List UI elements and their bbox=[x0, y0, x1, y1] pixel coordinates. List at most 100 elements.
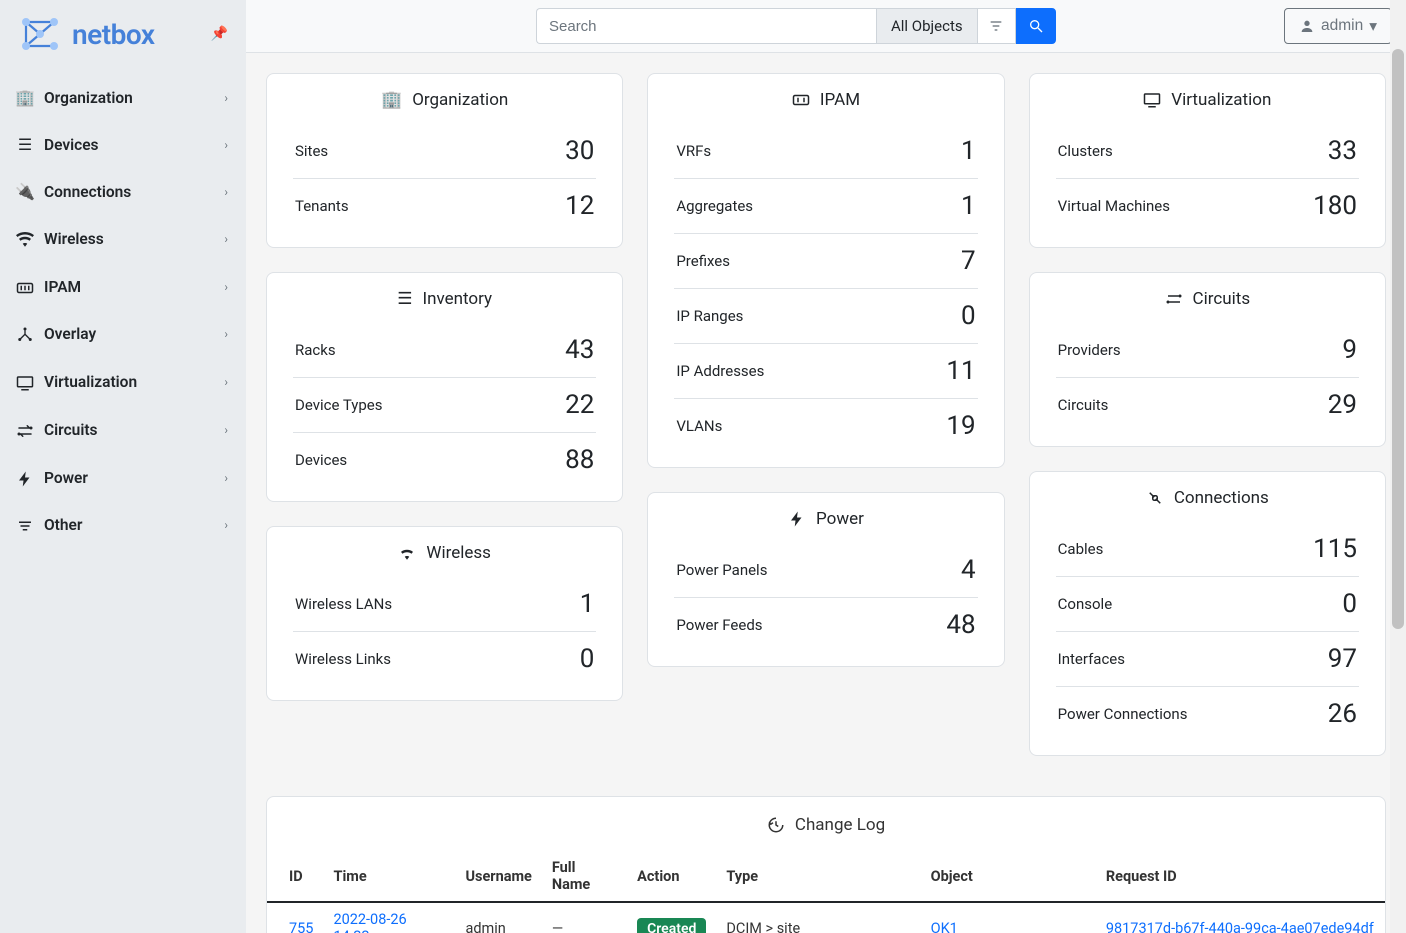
sidebar-item-power[interactable]: Power › bbox=[0, 454, 246, 502]
cable-icon bbox=[1146, 489, 1164, 507]
changelog-time-link[interactable]: 2022-08-26 14:22 bbox=[333, 911, 406, 933]
col-fullname[interactable]: Full Name bbox=[542, 851, 627, 902]
sidebar-item-circuits[interactable]: Circuits › bbox=[0, 406, 246, 454]
stat-racks[interactable]: Racks43 bbox=[293, 323, 596, 378]
stat-powerpanels[interactable]: Power Panels4 bbox=[674, 543, 977, 598]
col-action[interactable]: Action bbox=[627, 851, 716, 902]
sidebar: netbox 📌 🏢 Organization › ☰ Devices › 🔌 … bbox=[0, 0, 246, 933]
sidebar-item-label: Circuits bbox=[44, 421, 224, 439]
chevron-right-icon: › bbox=[224, 91, 228, 105]
changelog-fullname: — bbox=[542, 902, 627, 933]
menu-icon bbox=[14, 516, 36, 536]
sidebar-item-organization[interactable]: 🏢 Organization › bbox=[0, 74, 246, 121]
scrollbar-thumb[interactable] bbox=[1392, 49, 1404, 629]
sidebar-item-ipam[interactable]: IPAM › bbox=[0, 263, 246, 311]
sidebar-item-label: Organization bbox=[44, 89, 224, 107]
table-row: 755 2022-08-26 14:22 admin — Created DCI… bbox=[267, 902, 1385, 933]
stat-circuits[interactable]: Circuits29 bbox=[1056, 378, 1359, 432]
sidebar-item-label: IPAM bbox=[44, 278, 224, 296]
col-type[interactable]: Type bbox=[716, 851, 920, 902]
sidebar-item-other[interactable]: Other › bbox=[0, 502, 246, 550]
stat-sites[interactable]: Sites30 bbox=[293, 124, 596, 179]
search-input[interactable] bbox=[536, 8, 876, 44]
card-title: Wireless bbox=[426, 543, 491, 563]
counter-icon bbox=[792, 91, 810, 109]
stat-devices[interactable]: Devices88 bbox=[293, 433, 596, 487]
wifi-icon bbox=[398, 544, 416, 562]
changelog-requestid-link[interactable]: 9817317d-b67f-440a-99ca-4ae07ede94df bbox=[1106, 920, 1374, 933]
sidebar-item-wireless[interactable]: Wireless › bbox=[0, 215, 246, 263]
col-object[interactable]: Object bbox=[921, 851, 1096, 902]
chevron-right-icon: › bbox=[224, 423, 228, 437]
stat-console[interactable]: Console0 bbox=[1056, 577, 1359, 632]
card-title: Connections bbox=[1174, 488, 1269, 508]
stat-vlans[interactable]: VLANs19 bbox=[674, 399, 977, 453]
stat-device-types[interactable]: Device Types22 bbox=[293, 378, 596, 433]
sidebar-nav: 🏢 Organization › ☰ Devices › 🔌 Connectio… bbox=[0, 68, 246, 555]
counter-icon bbox=[14, 277, 36, 297]
logo-area: netbox 📌 bbox=[0, 0, 246, 68]
chevron-right-icon: › bbox=[224, 375, 228, 389]
pin-icon[interactable]: 📌 bbox=[211, 26, 228, 42]
brand-logo[interactable]: netbox bbox=[18, 14, 155, 54]
sidebar-item-overlay[interactable]: Overlay › bbox=[0, 311, 246, 359]
swap-icon bbox=[14, 420, 36, 440]
stat-wlans[interactable]: Wireless LANs1 bbox=[293, 577, 596, 632]
card-title: Power bbox=[816, 509, 864, 529]
chevron-right-icon: › bbox=[224, 138, 228, 152]
stat-wlinks[interactable]: Wireless Links0 bbox=[293, 632, 596, 686]
sidebar-item-devices[interactable]: ☰ Devices › bbox=[0, 121, 246, 168]
stat-vms[interactable]: Virtual Machines180 bbox=[1056, 179, 1359, 233]
card-organization: 🏢 Organization Sites30 Tenants12 bbox=[266, 73, 623, 248]
history-icon bbox=[767, 816, 785, 834]
chevron-right-icon: › bbox=[224, 185, 228, 199]
plug-icon: 🔌 bbox=[14, 182, 36, 201]
search-scope-label: All Objects bbox=[891, 17, 963, 35]
sidebar-item-virtualization[interactable]: Virtualization › bbox=[0, 358, 246, 406]
main: All Objects admin ▾ bbox=[246, 0, 1406, 933]
stat-tenants[interactable]: Tenants12 bbox=[293, 179, 596, 233]
stat-prefixes[interactable]: Prefixes7 bbox=[674, 234, 977, 289]
user-icon bbox=[1299, 18, 1315, 34]
sidebar-item-label: Power bbox=[44, 469, 224, 487]
stat-vrfs[interactable]: VRFs1 bbox=[674, 124, 977, 179]
sidebar-item-label: Connections bbox=[44, 183, 224, 201]
scrollbar[interactable] bbox=[1390, 0, 1406, 933]
sidebar-item-connections[interactable]: 🔌 Connections › bbox=[0, 168, 246, 215]
card-circuits: Circuits Providers9 Circuits29 bbox=[1029, 272, 1386, 447]
stat-ipaddresses[interactable]: IP Addresses11 bbox=[674, 344, 977, 399]
col-id[interactable]: ID bbox=[267, 851, 323, 902]
search-button[interactable] bbox=[1016, 8, 1056, 44]
search-group: All Objects bbox=[536, 8, 1056, 44]
chevron-right-icon: › bbox=[224, 327, 228, 341]
stat-powerfeeds[interactable]: Power Feeds48 bbox=[674, 598, 977, 652]
changelog-id-link[interactable]: 755 bbox=[289, 920, 313, 933]
chevron-right-icon: › bbox=[224, 280, 228, 294]
col-requestid[interactable]: Request ID bbox=[1096, 851, 1385, 902]
col-username[interactable]: Username bbox=[455, 851, 541, 902]
chevron-right-icon: › bbox=[224, 232, 228, 246]
topbar: All Objects admin ▾ bbox=[246, 0, 1406, 53]
changelog-object-link[interactable]: OK1 bbox=[931, 920, 958, 933]
server-icon: ☰ bbox=[397, 289, 412, 309]
flash-icon bbox=[14, 468, 36, 488]
stat-powerconn[interactable]: Power Connections26 bbox=[1056, 687, 1359, 741]
stat-aggregates[interactable]: Aggregates1 bbox=[674, 179, 977, 234]
search-filter-button[interactable] bbox=[978, 8, 1016, 44]
sidebar-item-label: Devices bbox=[44, 136, 224, 154]
search-scope-select[interactable]: All Objects bbox=[876, 8, 978, 44]
stat-clusters[interactable]: Clusters33 bbox=[1056, 124, 1359, 179]
user-menu-button[interactable]: admin ▾ bbox=[1284, 8, 1392, 44]
changelog-table: ID Time Username Full Name Action Type O… bbox=[267, 851, 1385, 933]
card-title: Virtualization bbox=[1171, 90, 1271, 110]
flash-icon bbox=[788, 510, 806, 528]
col-time[interactable]: Time bbox=[323, 851, 455, 902]
monitor-icon bbox=[14, 372, 36, 392]
card-ipam: IPAM VRFs1 Aggregates1 Prefixes7 IP Rang… bbox=[647, 73, 1004, 468]
stat-interfaces[interactable]: Interfaces97 bbox=[1056, 632, 1359, 687]
stat-providers[interactable]: Providers9 bbox=[1056, 323, 1359, 378]
monitor-icon bbox=[1143, 91, 1161, 109]
user-name: admin bbox=[1321, 17, 1363, 35]
stat-ipranges[interactable]: IP Ranges0 bbox=[674, 289, 977, 344]
stat-cables[interactable]: Cables115 bbox=[1056, 522, 1359, 577]
